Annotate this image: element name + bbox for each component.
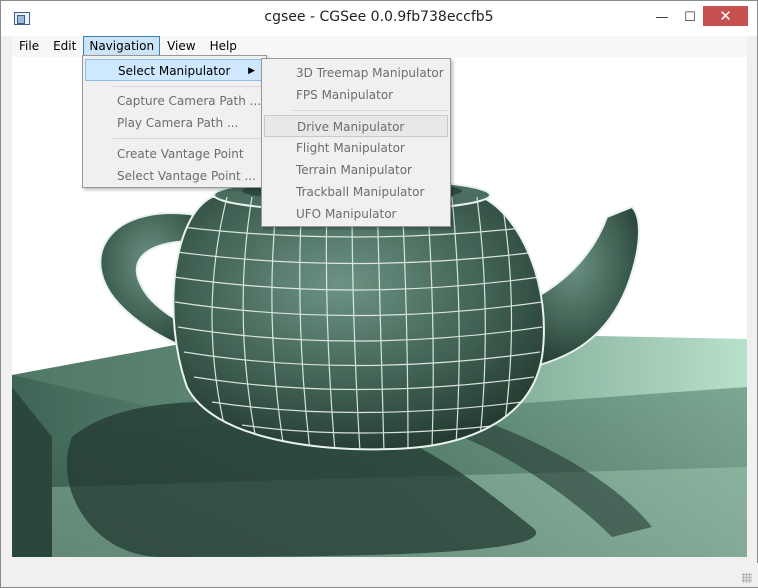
close-button[interactable]: ✕: [703, 6, 748, 26]
menu-terrain-manipulator-label: Terrain Manipulator: [296, 163, 412, 177]
menu-bar: File Edit Navigation View Help: [12, 36, 747, 57]
menu-file[interactable]: File: [12, 36, 46, 57]
menu-separator: [113, 138, 264, 139]
menu-select-vantage-point[interactable]: Select Vantage Point ...: [85, 165, 264, 187]
menu-capture-camera-path-label: Capture Camera Path ...: [117, 94, 262, 108]
menu-ufo-manipulator-label: UFO Manipulator: [296, 207, 397, 221]
maximize-button[interactable]: ☐: [677, 6, 703, 28]
menu-create-vantage-point-label: Create Vantage Point: [117, 147, 244, 161]
menu-separator: [292, 110, 448, 111]
menu-fps-manipulator[interactable]: FPS Manipulator: [264, 84, 448, 106]
teapot-body: [172, 196, 545, 451]
menu-play-camera-path-label: Play Camera Path ...: [117, 116, 239, 130]
menu-select-manipulator-label: Select Manipulator: [118, 64, 231, 78]
navigation-menu: Select Manipulator ▶ Capture Camera Path…: [82, 55, 267, 188]
menu-drive-manipulator[interactable]: Drive Manipulator: [264, 115, 448, 137]
submenu-arrow-icon: ▶: [248, 66, 255, 76]
menu-edit[interactable]: Edit: [46, 36, 83, 57]
menu-view[interactable]: View: [160, 36, 202, 57]
menu-terrain-manipulator[interactable]: Terrain Manipulator: [264, 159, 448, 181]
menu-flight-manipulator[interactable]: Flight Manipulator: [264, 137, 448, 159]
menu-capture-camera-path[interactable]: Capture Camera Path ...: [85, 90, 264, 112]
title-bar: cgsee - CGSee 0.0.9fb738eccfb5 — ☐ ✕: [1, 1, 757, 36]
menu-play-camera-path[interactable]: Play Camera Path ...: [85, 112, 264, 134]
menu-drive-manipulator-label: Drive Manipulator: [297, 120, 405, 134]
resize-grip-icon[interactable]: [742, 573, 752, 583]
menu-3d-treemap-manipulator-label: 3D Treemap Manipulator: [296, 66, 444, 80]
menu-fps-manipulator-label: FPS Manipulator: [296, 88, 394, 102]
menu-3d-treemap-manipulator[interactable]: 3D Treemap Manipulator: [264, 62, 448, 84]
manipulator-submenu: 3D Treemap Manipulator FPS Manipulator D…: [261, 58, 451, 227]
menu-select-manipulator[interactable]: Select Manipulator ▶: [85, 59, 264, 81]
menu-trackball-manipulator-label: Trackball Manipulator: [296, 185, 425, 199]
menu-ufo-manipulator[interactable]: UFO Manipulator: [264, 203, 448, 225]
status-bar: [2, 563, 758, 587]
minimize-button[interactable]: —: [649, 6, 675, 28]
menu-create-vantage-point[interactable]: Create Vantage Point: [85, 143, 264, 165]
menu-trackball-manipulator[interactable]: Trackball Manipulator: [264, 181, 448, 203]
menu-navigation[interactable]: Navigation: [83, 36, 161, 57]
menu-separator: [113, 86, 264, 87]
menu-select-vantage-point-label: Select Vantage Point ...: [117, 169, 256, 183]
menu-help[interactable]: Help: [203, 36, 244, 57]
window-title: cgsee - CGSee 0.0.9fb738eccfb5: [264, 9, 494, 25]
menu-flight-manipulator-label: Flight Manipulator: [296, 141, 405, 155]
